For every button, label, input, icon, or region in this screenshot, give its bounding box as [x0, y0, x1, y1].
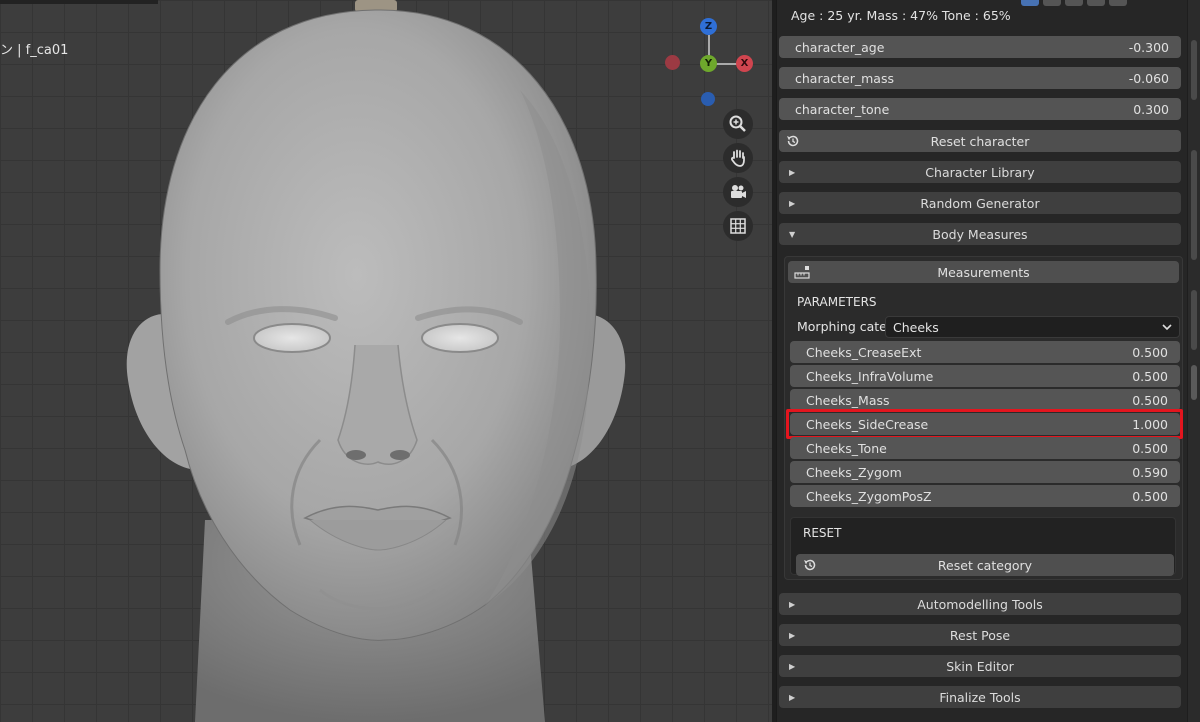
character-age-field[interactable]: character_age -0.300	[779, 36, 1181, 58]
header-button[interactable]	[1021, 0, 1039, 6]
object-name-label: ン | f_ca01	[0, 43, 69, 58]
gizmo-z-line	[708, 35, 710, 57]
section-body-measures[interactable]: ▼ Body Measures	[779, 223, 1181, 245]
param-row[interactable]: Cheeks_Mass 0.500	[790, 389, 1180, 411]
camera-icon[interactable]	[723, 177, 753, 207]
section-character-library[interactable]: ▶ Character Library	[779, 161, 1181, 183]
param-name: Cheeks_Zygom	[806, 464, 902, 480]
reset-category-button[interactable]: Reset category	[796, 554, 1174, 576]
param-name: Cheeks_Tone	[806, 440, 887, 456]
button-label: Reset category	[937, 557, 1033, 573]
gizmo-negative-z[interactable]	[701, 92, 715, 106]
measurements-button[interactable]: Measurements	[788, 261, 1179, 283]
collapsed-triangle-icon: ▶	[789, 198, 796, 208]
section-rest-pose[interactable]: ▶ Rest Pose	[779, 624, 1181, 646]
hand-pan-icon[interactable]	[723, 143, 753, 173]
prop-name: character_mass	[795, 70, 894, 86]
sidebar-panel: Age : 25 yr. Mass : 47% Tone : 65% chara…	[772, 0, 1200, 722]
highlight-box	[786, 409, 1183, 439]
param-value: 0.500	[1132, 488, 1168, 504]
character-mass-field[interactable]: character_mass -0.060	[779, 67, 1181, 89]
tab-handle[interactable]	[1191, 150, 1197, 260]
tab-handle-active[interactable]	[1191, 365, 1197, 400]
collapsed-triangle-icon: ▶	[789, 599, 796, 609]
param-row[interactable]: Cheeks_InfraVolume 0.500	[790, 365, 1180, 387]
expanded-triangle-icon: ▼	[789, 229, 796, 239]
tab-handle[interactable]	[1191, 40, 1197, 100]
param-row[interactable]: Cheeks_ZygomPosZ 0.500	[790, 485, 1180, 507]
gizmo-x-line	[716, 63, 738, 65]
morphing-category-label: Morphing cate..	[797, 319, 895, 334]
section-label: Skin Editor	[946, 658, 1014, 674]
param-value: 0.500	[1132, 440, 1168, 456]
param-name: Cheeks_Mass	[806, 392, 890, 408]
param-name: Cheeks_CreaseExt	[806, 344, 922, 360]
character-info: Age : 25 yr. Mass : 47% Tone : 65%	[791, 8, 1011, 23]
param-row[interactable]: Cheeks_Zygom 0.590	[790, 461, 1180, 483]
reset-icon	[787, 135, 799, 147]
character-tone-field[interactable]: character_tone 0.300	[779, 98, 1181, 120]
param-name: Cheeks_ZygomPosZ	[806, 488, 932, 504]
prop-name: character_tone	[795, 101, 890, 117]
gizmo-y-axis[interactable]: Y	[700, 55, 717, 72]
zoom-icon[interactable]	[723, 109, 753, 139]
gizmo-z-axis[interactable]: Z	[700, 18, 717, 35]
navigation-gizmo[interactable]: Z Y X	[660, 15, 760, 110]
collapsed-triangle-icon: ▶	[789, 661, 796, 671]
section-label: Body Measures	[932, 226, 1028, 242]
section-finalize-tools[interactable]: ▶ Finalize Tools	[779, 686, 1181, 708]
gizmo-negative-x[interactable]	[665, 55, 680, 70]
collapsed-triangle-icon: ▶	[789, 692, 796, 702]
header-button[interactable]	[1065, 0, 1083, 6]
section-label: Character Library	[925, 164, 1035, 180]
param-value: 0.500	[1132, 368, 1168, 384]
grid-icon[interactable]	[723, 211, 753, 241]
header-button[interactable]	[1087, 0, 1105, 6]
prop-value: -0.300	[1128, 39, 1169, 55]
reset-heading: RESET	[803, 526, 842, 540]
button-label: Reset character	[930, 133, 1030, 149]
prop-value: 0.300	[1133, 101, 1169, 117]
param-row[interactable]: Cheeks_Tone 0.500	[790, 437, 1180, 459]
section-random-generator[interactable]: ▶ Random Generator	[779, 192, 1181, 214]
parameters-heading: PARAMETERS	[797, 295, 877, 309]
reset-character-button[interactable]: Reset character	[779, 130, 1181, 152]
select-value: Cheeks	[893, 319, 939, 335]
header-button[interactable]	[1043, 0, 1061, 6]
param-name: Cheeks_InfraVolume	[806, 368, 934, 384]
param-row[interactable]: Cheeks_CreaseExt 0.500	[790, 341, 1180, 363]
head-model[interactable]	[0, 0, 772, 722]
section-automodelling-tools[interactable]: ▶ Automodelling Tools	[779, 593, 1181, 615]
collapsed-triangle-icon: ▶	[789, 630, 796, 640]
section-label: Finalize Tools	[939, 689, 1021, 705]
param-value: 0.590	[1132, 464, 1168, 480]
mb-lab-panel: Age : 25 yr. Mass : 47% Tone : 65% chara…	[776, 0, 1187, 722]
ruler-icon	[794, 266, 810, 279]
reset-group: RESET Reset category	[790, 517, 1176, 576]
3d-viewport[interactable]: ン | f_ca01 Z Y X	[0, 0, 772, 722]
section-label: Automodelling Tools	[917, 596, 1043, 612]
prop-name: character_age	[795, 39, 885, 55]
param-value: 0.500	[1132, 344, 1168, 360]
reset-icon	[804, 559, 816, 571]
chevron-down-icon	[1162, 324, 1172, 331]
side-tabs-strip[interactable]	[1188, 0, 1200, 722]
tab-handle[interactable]	[1191, 290, 1197, 350]
body-measures-panel: Measurements PARAMETERS Morphing cate.. …	[784, 256, 1183, 580]
button-label: Measurements	[937, 264, 1030, 280]
prop-value: -0.060	[1128, 70, 1169, 86]
param-value: 0.500	[1132, 392, 1168, 408]
collapsed-triangle-icon: ▶	[789, 167, 796, 177]
header-button[interactable]	[1109, 0, 1127, 6]
section-label: Rest Pose	[949, 627, 1011, 643]
section-skin-editor[interactable]: ▶ Skin Editor	[779, 655, 1181, 677]
gizmo-x-axis[interactable]: X	[736, 55, 753, 72]
section-label: Random Generator	[920, 195, 1040, 211]
header-buttons	[1021, 0, 1127, 6]
morphing-category-select[interactable]: Cheeks	[885, 316, 1180, 338]
